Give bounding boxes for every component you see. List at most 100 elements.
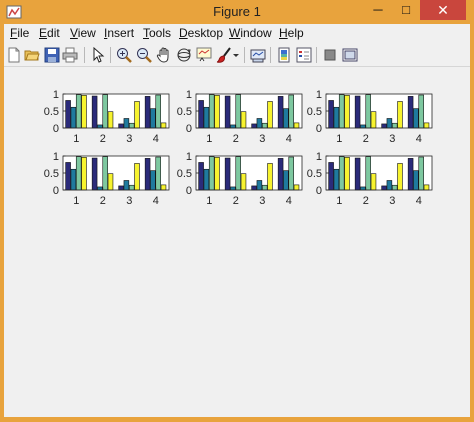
bar — [397, 163, 403, 191]
menu-insert[interactable]: Insert — [104, 26, 134, 40]
maximize-button[interactable]: □ — [392, 0, 420, 20]
link-plot-icon[interactable] — [250, 47, 266, 63]
y-tick-label: 0 — [53, 185, 59, 197]
x-tick-label: 4 — [416, 195, 422, 207]
menu-view[interactable]: View — [70, 26, 96, 40]
x-tick-label: 1 — [336, 195, 342, 207]
y-tick-label: 0.5 — [177, 106, 192, 118]
save-icon[interactable] — [44, 47, 60, 63]
y-tick-label: 0 — [316, 123, 322, 135]
bar — [97, 124, 103, 129]
bar — [102, 94, 108, 129]
bar — [338, 156, 345, 191]
x-tick-label: 1 — [206, 133, 212, 145]
x-tick-label: 3 — [126, 195, 132, 207]
menu-desktop[interactable]: Desktop — [179, 26, 223, 40]
minimize-button[interactable]: ─ — [364, 0, 392, 20]
y-tick-label: 1 — [186, 151, 192, 163]
bar — [208, 94, 215, 129]
bar — [203, 168, 210, 191]
edit-plot-icon[interactable] — [90, 47, 106, 63]
bar — [251, 123, 257, 129]
bar — [91, 95, 98, 129]
bar — [386, 180, 393, 191]
data-cursor-icon[interactable] — [196, 47, 212, 63]
bar — [251, 185, 257, 191]
x-tick-label: 3 — [259, 133, 265, 145]
open-file-icon[interactable] — [24, 47, 40, 63]
bar — [360, 186, 366, 191]
bar — [97, 186, 103, 191]
new-figure-icon[interactable] — [6, 47, 22, 63]
bar — [413, 170, 419, 191]
bar — [128, 122, 135, 129]
y-tick-label: 0.5 — [307, 106, 322, 118]
bar — [386, 118, 393, 129]
bar — [118, 185, 124, 191]
menu-edit[interactable]: Edit — [39, 26, 60, 40]
y-tick-label: 0.5 — [44, 106, 59, 118]
menu-window[interactable]: Window — [229, 26, 272, 40]
bar — [150, 170, 156, 191]
bar — [65, 162, 71, 191]
brush-icon[interactable] — [216, 47, 232, 63]
bar — [328, 162, 334, 191]
menu-file[interactable]: File — [10, 26, 29, 40]
bar — [344, 157, 350, 191]
y-tick-label: 0 — [316, 185, 322, 197]
insert-colorbar-icon[interactable] — [276, 47, 292, 63]
x-tick-label: 1 — [206, 195, 212, 207]
bar — [381, 185, 387, 191]
y-tick-label: 1 — [316, 151, 322, 163]
print-icon[interactable] — [62, 47, 78, 63]
bar — [70, 168, 77, 191]
bar — [261, 184, 268, 191]
bar — [198, 162, 204, 191]
toolbar-separator — [270, 47, 271, 63]
bar — [328, 100, 334, 129]
toolbar-separator — [84, 47, 85, 63]
figure-window: Figure 1 ─ □ ✕ File Edit View Insert Too… — [0, 0, 474, 421]
bar — [81, 157, 87, 191]
bar — [391, 122, 398, 129]
menu-tools[interactable]: Tools — [143, 26, 171, 40]
hide-plot-tools-icon[interactable] — [322, 47, 338, 63]
bar — [418, 156, 424, 191]
brush-dropdown-icon[interactable] — [232, 47, 240, 63]
bar — [224, 157, 231, 191]
minimize-icon: ─ — [373, 2, 383, 17]
zoom-out-icon[interactable] — [136, 47, 152, 63]
menu-bar: File Edit View Insert Tools Desktop Wind… — [4, 24, 470, 44]
close-icon: ✕ — [437, 2, 449, 18]
x-tick-label: 4 — [153, 195, 159, 207]
bar — [123, 180, 130, 191]
bar — [277, 158, 284, 191]
toolbar-separator — [244, 47, 245, 63]
x-tick-label: 2 — [363, 195, 369, 207]
x-tick-label: 3 — [389, 133, 395, 145]
subplot-grid: 0 0.5 1 1 2 3 4 0 0.5 1 1 2 3 4 0 0.5 1 1 2 3 4 0 0.5 1 1 2 3 4 0 0.5… — [44, 89, 433, 207]
pan-icon[interactable] — [156, 47, 172, 63]
x-tick-label: 1 — [336, 133, 342, 145]
bar — [75, 156, 82, 191]
rotate-3d-icon[interactable] — [176, 47, 192, 63]
menu-help[interactable]: Help — [279, 26, 304, 40]
show-plot-tools-icon[interactable] — [342, 47, 358, 63]
x-tick-label: 2 — [233, 195, 239, 207]
bar — [128, 184, 135, 191]
x-tick-label: 4 — [153, 133, 159, 145]
bar — [333, 106, 340, 129]
insert-legend-icon[interactable] — [296, 47, 312, 63]
bar — [338, 94, 345, 129]
zoom-in-icon[interactable] — [116, 47, 132, 63]
y-tick-label: 1 — [53, 89, 59, 101]
x-tick-label: 4 — [286, 133, 292, 145]
figure-canvas[interactable]: 0 0.5 1 1 2 3 4 0 0.5 1 1 2 3 4 0 0.5 1 1 2 3 4 0 0.5 1 1 2 3 4 0 0.5… — [4, 67, 470, 417]
title-bar[interactable]: Figure 1 ─ □ ✕ — [0, 0, 474, 24]
bar — [118, 123, 124, 129]
bar — [267, 101, 273, 129]
bar — [230, 124, 236, 129]
bar — [230, 186, 236, 191]
toolbar-separator — [110, 47, 111, 63]
close-button[interactable]: ✕ — [420, 0, 466, 20]
